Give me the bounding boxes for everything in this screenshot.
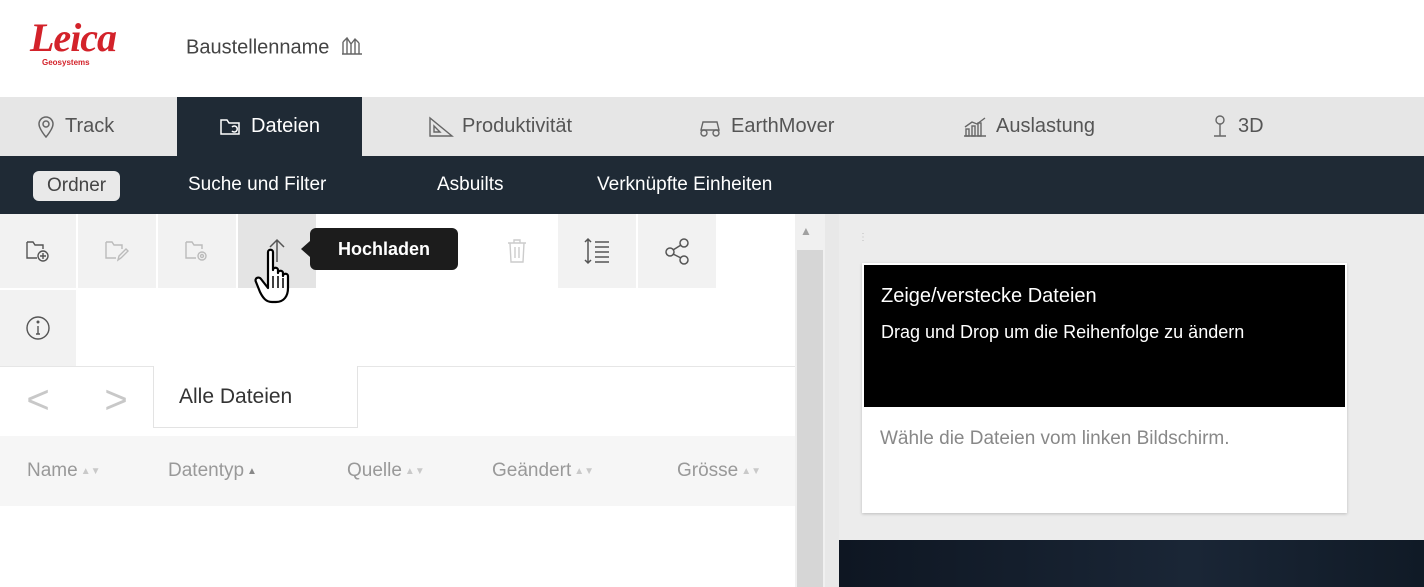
tab-auslastung[interactable]: Auslastung <box>962 97 1095 156</box>
new-folder-icon <box>26 241 49 262</box>
delete-icon <box>508 239 526 263</box>
chart-bars-icon <box>964 116 986 137</box>
column-groesse[interactable]: Grösse ▲▼ <box>677 436 761 506</box>
upload-tooltip: Hochladen <box>301 228 458 270</box>
tab-label: Produktivität <box>462 115 573 137</box>
scroll-up-icon[interactable]: ▲ <box>800 224 812 238</box>
share-icon <box>665 238 689 265</box>
column-quelle[interactable]: Quelle ▲▼ <box>347 436 425 506</box>
sort-both-icon: ▲▼ <box>741 465 762 477</box>
forward-button[interactable]: > <box>78 366 154 434</box>
hand-cursor-icon <box>254 248 300 309</box>
column-geaendert[interactable]: Geändert ▲▼ <box>492 436 594 506</box>
tab-earthmover[interactable]: EarthMover <box>697 97 834 156</box>
folder-settings-icon <box>185 241 207 261</box>
info-icon <box>26 316 50 340</box>
back-button[interactable]: < <box>0 366 76 434</box>
subnav-ordner[interactable]: Ordner <box>33 171 121 201</box>
info-card-header: Zeige/verstecke Dateien Drag und Drop um… <box>864 265 1345 407</box>
sort-both-icon: ▲▼ <box>404 465 425 477</box>
tab-label: 3D <box>1238 115 1264 137</box>
logo-wordmark: Leica <box>30 15 117 60</box>
subnav-suche-und-filter[interactable]: Suche und Filter <box>188 156 326 214</box>
new-folder-button[interactable] <box>0 214 76 288</box>
vehicle-icon <box>700 120 720 137</box>
tab-label: EarthMover <box>731 115 835 137</box>
tab-dateien[interactable]: Dateien <box>177 97 362 156</box>
scrollbar-thumb[interactable] <box>797 250 823 587</box>
set-square-icon <box>429 116 454 137</box>
logo-subtitle: Geosystems <box>42 58 90 67</box>
tab-label: Dateien <box>251 115 320 137</box>
drag-handle-icon[interactable]: ⋮ <box>858 232 868 243</box>
folder-sync-icon <box>220 118 240 135</box>
sort-both-icon: ▲▼ <box>80 465 101 477</box>
column-name[interactable]: Name ▲▼ <box>27 436 100 506</box>
location-pin-icon <box>38 115 54 138</box>
subnav-asbuilts[interactable]: Asbuilts <box>437 156 504 214</box>
sub-navigation: Ordner Suche und Filter Asbuilts Verknüp… <box>0 156 1424 214</box>
site-icon <box>341 34 363 62</box>
rename-folder-icon <box>105 241 129 262</box>
column-label: Datentyp <box>168 460 245 481</box>
sort-lines-icon <box>584 237 609 265</box>
tab-track[interactable]: Track <box>35 97 114 156</box>
breadcrumb-current[interactable]: Alle Dateien <box>153 366 358 428</box>
column-label: Quelle <box>347 460 402 481</box>
share-button[interactable] <box>638 214 716 288</box>
info-card-subtitle: Drag und Drop um die Reihenfolge zu ände… <box>881 322 1245 342</box>
info-button[interactable] <box>0 290 76 366</box>
sort-asc-icon: ▲ <box>247 465 257 477</box>
sort-both-icon: ▲▼ <box>574 465 595 477</box>
main-tabs: Track Dateien Produktivität EarthMover A… <box>0 97 1424 156</box>
pin-3d-icon <box>1214 114 1226 137</box>
tab-label: Track <box>65 115 115 137</box>
leica-logo[interactable]: Leica Geosystems <box>30 18 130 78</box>
tab-produktivitaet[interactable]: Produktivität <box>428 97 572 156</box>
folder-settings-button[interactable] <box>158 214 236 288</box>
info-card-title: Zeige/verstecke Dateien <box>881 285 1097 307</box>
column-label: Geändert <box>492 460 572 481</box>
tab-label: Auslastung <box>996 115 1095 137</box>
column-datentyp[interactable]: Datentyp ▲ <box>168 436 257 506</box>
tab-3d[interactable]: 3D <box>1210 97 1264 156</box>
column-label: Name <box>27 460 78 481</box>
column-label: Grösse <box>677 460 739 481</box>
rename-folder-button[interactable] <box>78 214 156 288</box>
map-preview[interactable] <box>839 540 1424 587</box>
subnav-verknuepfte-einheiten[interactable]: Verknüpfte Einheiten <box>597 156 772 214</box>
site-name[interactable]: Baustellenname <box>186 34 363 62</box>
panel-divider[interactable] <box>825 214 839 587</box>
info-card-body: Wähle die Dateien vom linken Bildschirm. <box>880 428 1230 449</box>
delete-button[interactable] <box>478 214 556 288</box>
site-name-label: Baustellenname <box>186 36 330 59</box>
sort-button[interactable] <box>558 214 636 288</box>
